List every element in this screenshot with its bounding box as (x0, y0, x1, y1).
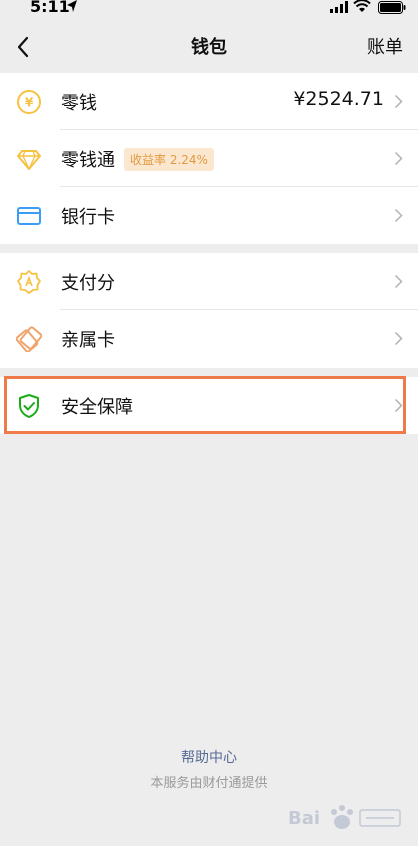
security-row[interactable]: 安全保障 (0, 377, 418, 434)
diamond-icon (17, 150, 41, 171)
lingqiantong-label: 零钱通 (61, 150, 115, 171)
change-balance: ¥2524.71 (293, 88, 384, 110)
family-card-label: 亲属卡 (61, 330, 115, 351)
chevron-right-icon (394, 94, 403, 109)
wallet-group: ¥ 零钱 ¥2524.71 零钱通 收益率 2.24% 银行卡 (0, 73, 418, 244)
change-label: 零钱 (61, 93, 97, 114)
security-label: 安全保障 (61, 397, 133, 418)
svg-text:¥: ¥ (25, 96, 34, 110)
bill-button[interactable]: 账单 (367, 33, 403, 59)
svg-text:Bai: Bai (288, 808, 320, 829)
service-provider-text: 本服务由财付通提供 (150, 776, 268, 791)
status-bar: 5:11 (0, 0, 418, 18)
payment-score-row[interactable]: 支付分 (0, 253, 418, 310)
payment-score-icon (17, 270, 41, 294)
help-center-link[interactable]: 帮助中心 (0, 747, 418, 767)
chevron-right-icon (394, 274, 403, 289)
change-row[interactable]: ¥ 零钱 ¥2524.71 (0, 73, 418, 130)
chevron-right-icon (394, 398, 403, 413)
baidu-jingyan-watermark: Bai (288, 805, 401, 829)
chevron-right-icon (394, 151, 403, 166)
wifi-icon (353, 0, 371, 12)
chevron-right-icon (394, 208, 403, 223)
nav-bar: 钱包 账单 (0, 18, 418, 73)
page-title: 钱包 (191, 37, 227, 58)
shield-icon (19, 394, 39, 418)
bank-card-label: 银行卡 (61, 207, 115, 228)
bank-card-icon (17, 207, 41, 225)
family-card-row[interactable]: 亲属卡 (0, 310, 418, 367)
yuan-coin-icon: ¥ (17, 90, 41, 114)
bank-card-row[interactable]: 银行卡 (0, 187, 418, 244)
cellular-signal-icon (330, 1, 348, 13)
chevron-right-icon (394, 331, 403, 346)
yield-badge: 收益率 2.24% (124, 148, 214, 171)
location-arrow-icon (67, 0, 77, 12)
family-card-icon (16, 326, 42, 352)
payment-score-label: 支付分 (61, 273, 115, 294)
lingqiantong-row[interactable]: 零钱通 收益率 2.24% (0, 130, 418, 187)
security-row-inner[interactable]: 安全保障 (0, 377, 418, 434)
services-group: 支付分 亲属卡 (0, 253, 418, 368)
status-time: 5:11 (30, 0, 70, 16)
battery-icon (378, 1, 406, 14)
